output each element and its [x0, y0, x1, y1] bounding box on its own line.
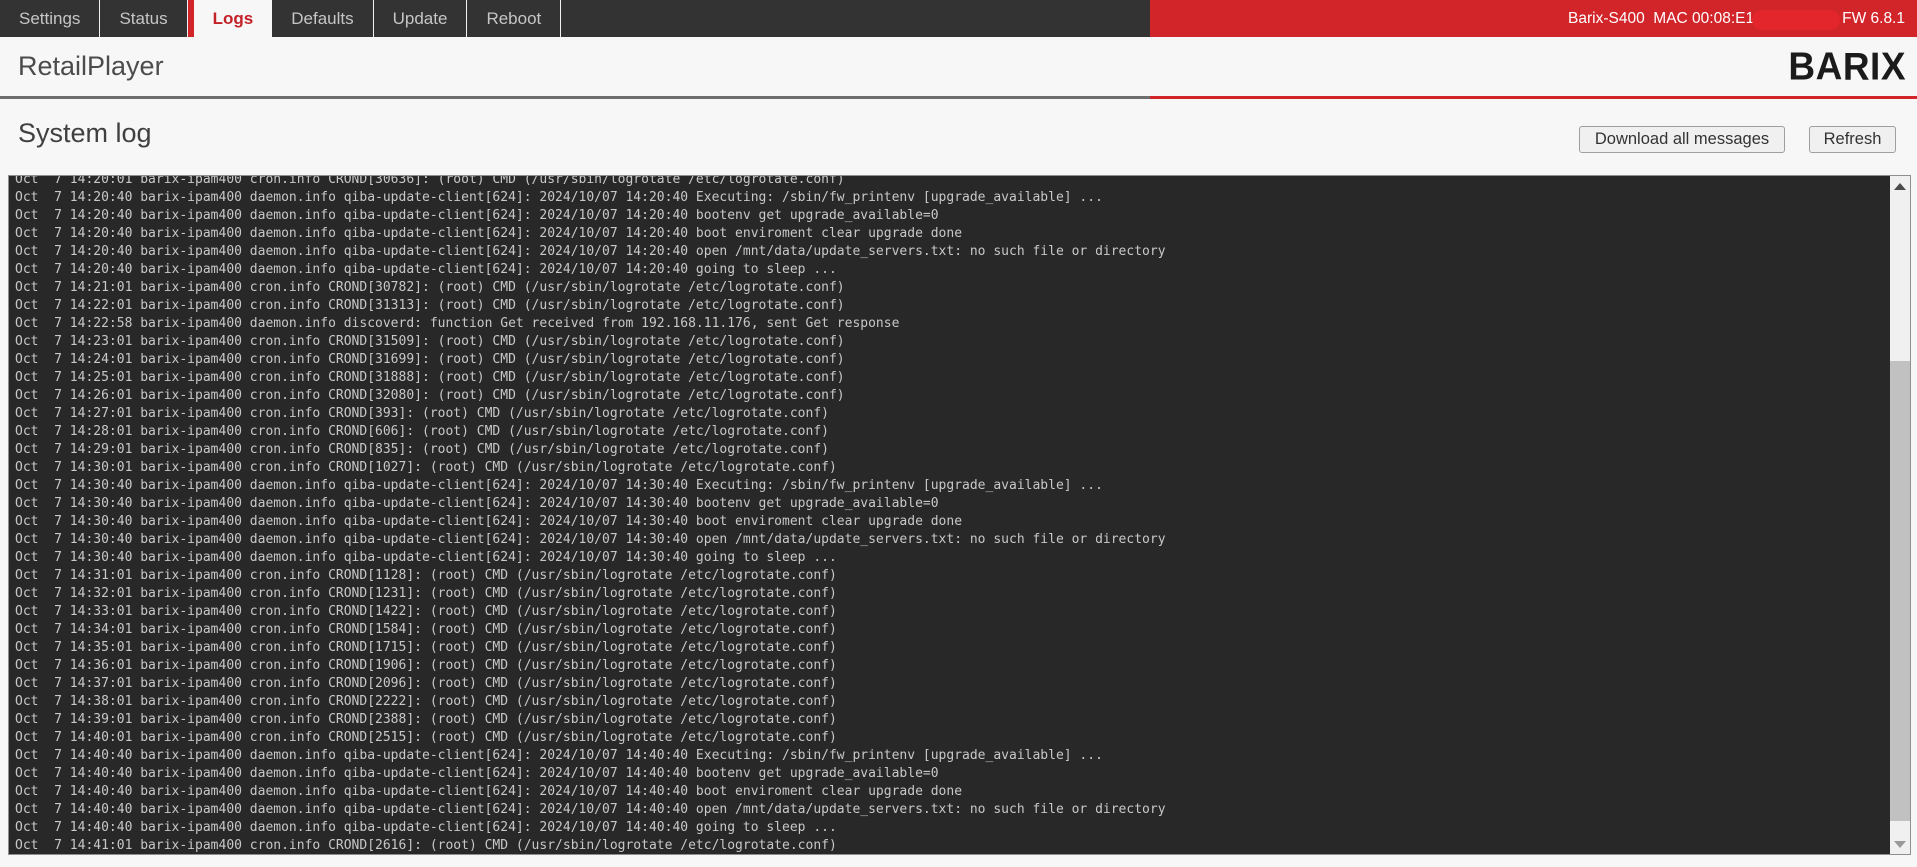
device-info-bar: Barix-S400 MAC 00:08:E1 FW 6.8.1 [1568, 0, 1905, 37]
scroll-up-icon [1894, 183, 1906, 190]
tab-label: Status [119, 9, 167, 29]
scroll-down-button[interactable] [1890, 834, 1910, 854]
log-content: Oct 7 14:20:01 barix-ipam400 cron.info C… [9, 175, 1910, 855]
firmware-version: FW 6.8.1 [1842, 10, 1905, 28]
scrollbar-thumb[interactable] [1890, 361, 1910, 821]
top-nav: Settings Status Logs Defaults Update Reboot B… [0, 0, 1917, 37]
download-all-messages-button[interactable]: Download all messages [1579, 126, 1785, 153]
tab-label: Defaults [291, 9, 353, 29]
tab-settings[interactable]: Settings [0, 0, 100, 37]
barix-logo: BARIX [1788, 36, 1906, 98]
scroll-up-button[interactable] [1890, 176, 1910, 196]
log-scrollbar[interactable] [1890, 176, 1910, 854]
scroll-down-icon [1894, 841, 1906, 848]
tab-update[interactable]: Update [374, 0, 468, 37]
nav-tabs: Settings Status Logs Defaults Update Reboot [0, 0, 561, 37]
refresh-button[interactable]: Refresh [1809, 126, 1896, 153]
header-divider-gray [0, 96, 1150, 99]
tab-label: Logs [213, 9, 254, 29]
app-title: RetailPlayer [18, 37, 164, 96]
header-divider [0, 96, 1917, 99]
system-log-textarea[interactable]: Oct 7 14:20:01 barix-ipam400 cron.info C… [8, 175, 1911, 855]
header: RetailPlayer BARIX [0, 37, 1917, 96]
tab-label: Update [393, 9, 448, 29]
header-divider-red [1150, 96, 1917, 99]
mac-redaction [1752, 10, 1840, 30]
tab-reboot[interactable]: Reboot [467, 0, 561, 37]
tab-status[interactable]: Status [100, 0, 187, 37]
tab-label: Settings [19, 9, 80, 29]
tab-logs[interactable]: Logs [188, 0, 273, 37]
page-title: System log [18, 118, 152, 149]
device-model-mac: Barix-S400 MAC 00:08:E1 [1568, 10, 1754, 28]
tab-label: Reboot [486, 9, 541, 29]
tab-defaults[interactable]: Defaults [272, 0, 373, 37]
